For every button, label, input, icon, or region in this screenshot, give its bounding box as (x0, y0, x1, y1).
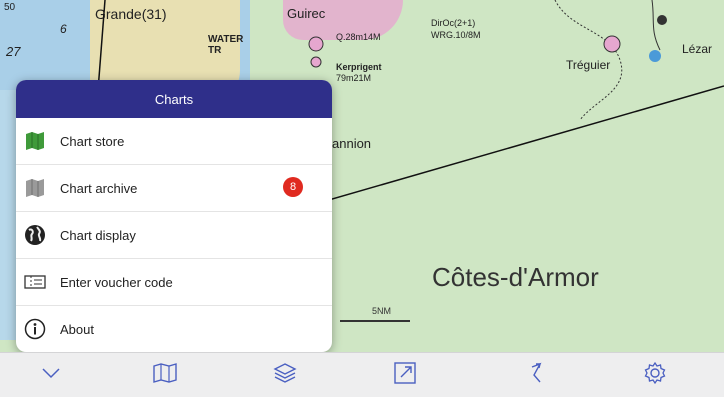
settings-button[interactable] (640, 361, 670, 389)
depth-label: 50 (4, 2, 16, 13)
expand-icon (393, 361, 417, 390)
light-label: Q.28m14M (336, 32, 381, 42)
light-label: 79m21M (336, 73, 372, 83)
route-button[interactable] (522, 361, 552, 389)
expand-button[interactable] (390, 361, 420, 389)
route-icon (528, 361, 546, 390)
place-label-treguier: Tréguier (566, 58, 611, 72)
charts-popup: Charts Chart store Chart archive 8 Chart… (16, 80, 332, 352)
globe-icon (24, 224, 46, 246)
layers-icon (273, 361, 297, 390)
place-label-grande: Grande(31) (95, 6, 167, 22)
menu-item-label: Chart display (60, 227, 136, 243)
map-icon (152, 362, 178, 389)
menu-item-label: Enter voucher code (60, 274, 173, 290)
chevron-down-icon (41, 366, 61, 384)
menu-item-enter-voucher-code[interactable]: Enter voucher code (16, 259, 332, 306)
menu-item-chart-store[interactable]: Chart store (16, 118, 332, 165)
notification-badge: 8 (283, 177, 303, 197)
map-green-icon (24, 130, 46, 152)
ticket-icon (24, 271, 46, 293)
menu-item-chart-archive[interactable]: Chart archive 8 (16, 165, 332, 212)
depth-label: 27 (6, 44, 21, 59)
popup-title: Charts (16, 80, 332, 118)
menu-item-label: Chart store (60, 133, 125, 149)
layers-button[interactable] (270, 361, 300, 389)
place-label-lezar: Lézar (682, 42, 713, 56)
light-label-kerprigent: Kerprigent (336, 62, 382, 72)
place-label-lannion: annion (332, 136, 372, 151)
menu-item-label: Chart archive (60, 180, 138, 196)
map-gray-icon (24, 177, 46, 199)
light-label: DirOc(2+1) (431, 18, 476, 28)
info-icon (24, 318, 46, 340)
light-label: WRG.10/8M (431, 30, 481, 40)
collapse-button[interactable] (36, 361, 66, 389)
charts-button[interactable] (150, 361, 180, 389)
menu-item-chart-display[interactable]: Chart display (16, 212, 332, 259)
bottom-toolbar (0, 352, 724, 397)
scale-label: 5NM (372, 306, 392, 316)
region-label: Côtes-d'Armor (432, 262, 599, 292)
water-tower-label: WATER TR (208, 34, 244, 56)
depth-label: 6 (60, 22, 67, 36)
place-label-guirec: Guirec (287, 6, 326, 21)
gear-icon (643, 361, 667, 390)
menu-item-label: About (60, 321, 94, 337)
scale-bar (340, 320, 410, 326)
